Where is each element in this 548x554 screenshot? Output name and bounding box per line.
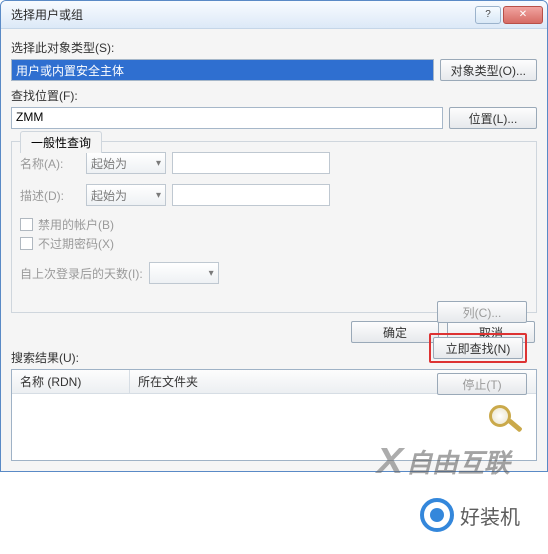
- days-since-login-label: 自上次登录后的天数(I):: [20, 265, 143, 282]
- brand-logo-icon: [420, 498, 454, 532]
- title-bar: 选择用户或组 ? ✕: [1, 1, 547, 29]
- columns-button[interactable]: 列(C)...: [437, 301, 527, 323]
- desc-label: 描述(D):: [20, 187, 80, 204]
- ok-button[interactable]: 确定: [351, 321, 439, 343]
- name-label: 名称(A):: [20, 155, 80, 172]
- disabled-accounts-label: 禁用的帐户(B): [38, 216, 114, 233]
- window-title: 选择用户或组: [11, 6, 475, 23]
- chevron-down-icon: ▾: [156, 190, 161, 201]
- magnifier-icon: [483, 405, 527, 435]
- location-label: 查找位置(F):: [11, 87, 537, 104]
- close-button[interactable]: ✕: [503, 6, 543, 24]
- name-match-combo[interactable]: 起始为 ▾: [86, 152, 166, 174]
- name-input[interactable]: [172, 152, 330, 174]
- object-type-field[interactable]: 用户或内置安全主体: [11, 59, 434, 81]
- results-col-name[interactable]: 名称 (RDN): [12, 370, 130, 393]
- location-field[interactable]: ZMM: [11, 107, 443, 129]
- desc-input[interactable]: [172, 184, 330, 206]
- days-combo[interactable]: ▾: [149, 262, 219, 284]
- object-type-label: 选择此对象类型(S):: [11, 39, 537, 56]
- chevron-down-icon: ▾: [156, 158, 161, 169]
- desc-match-combo[interactable]: 起始为 ▾: [86, 184, 166, 206]
- chevron-down-icon: ▾: [209, 268, 214, 279]
- stop-button[interactable]: 停止(T): [437, 373, 527, 395]
- no-expire-checkbox[interactable]: [20, 237, 33, 250]
- location-button[interactable]: 位置(L)...: [449, 107, 537, 129]
- no-expire-label: 不过期密码(X): [38, 235, 114, 252]
- general-query-tab[interactable]: 一般性查询: [20, 131, 102, 153]
- search-now-button[interactable]: 立即查找(N): [433, 337, 523, 359]
- general-query-group: 一般性查询 名称(A): 起始为 ▾ 描述(D): 起始为: [11, 141, 537, 313]
- brand-badge: 好装机: [420, 498, 520, 532]
- help-button[interactable]: ?: [475, 6, 501, 24]
- watermark: X自由互联: [378, 440, 510, 482]
- disabled-accounts-checkbox[interactable]: [20, 218, 33, 231]
- object-type-button[interactable]: 对象类型(O)...: [440, 59, 537, 81]
- search-now-highlight: 立即查找(N): [429, 333, 527, 363]
